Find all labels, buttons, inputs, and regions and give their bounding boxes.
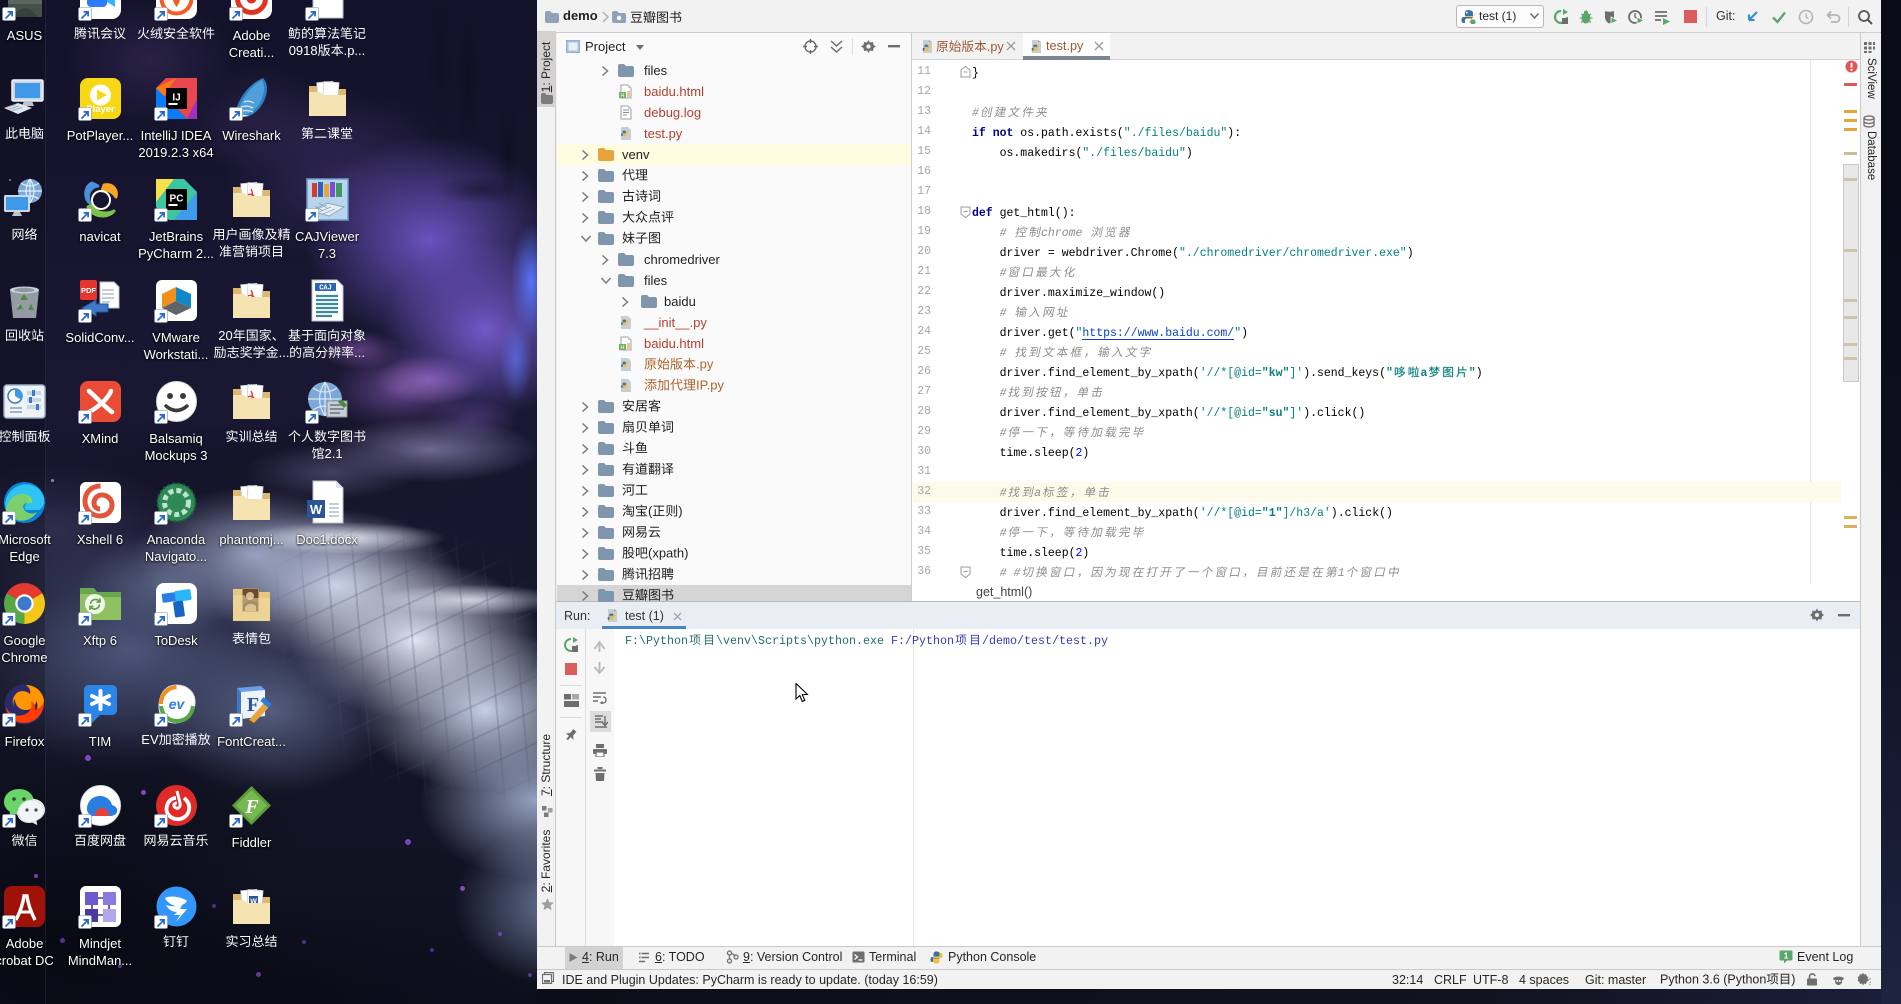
- svg-text:H: H: [621, 345, 625, 351]
- svg-text:PDF: PDF: [81, 286, 96, 295]
- svg-text:W: W: [309, 502, 322, 517]
- svg-text:ev: ev: [168, 696, 185, 712]
- svg-text:?: ?: [1868, 977, 1872, 986]
- svg-text:F: F: [244, 796, 259, 818]
- svg-text:H: H: [621, 93, 625, 99]
- svg-text:CAJ: CAJ: [319, 285, 332, 293]
- svg-text:PC: PC: [169, 194, 183, 205]
- svg-text:1: 1: [1784, 951, 1789, 961]
- svg-text:IJ: IJ: [172, 93, 180, 104]
